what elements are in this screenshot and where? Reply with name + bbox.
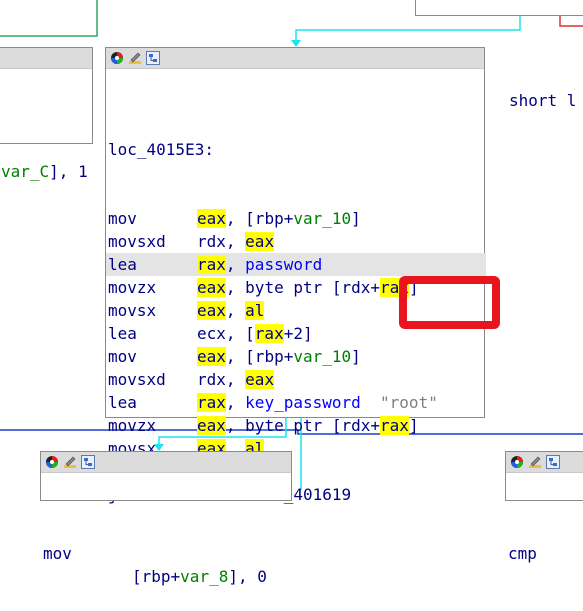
asm-row[interactable]: movsxd rdx, eax xyxy=(108,368,484,391)
operand-var: var_10 xyxy=(293,209,352,228)
operand-text: rdx, xyxy=(197,370,246,389)
operand: [rbp+var_8], 0 xyxy=(132,565,267,588)
operand-suffix: ], 1 xyxy=(49,162,88,181)
label-text: loc_4015E3: xyxy=(108,140,214,159)
operand-text: , byte ptr [rdx+ xyxy=(225,416,381,435)
operand-register: eax xyxy=(245,232,275,251)
operand: eax, byte ptr [rdx+rax] xyxy=(197,276,419,299)
operand-register: eax xyxy=(245,370,275,389)
asm-row[interactable]: mov eax, [rbp+var_10] xyxy=(108,207,484,230)
operand-text: ] xyxy=(351,209,361,228)
color-palette-icon[interactable] xyxy=(510,455,524,469)
operand: rax, password xyxy=(197,253,322,276)
edit-pencil-icon[interactable] xyxy=(128,51,142,65)
operand-register: eax xyxy=(197,416,226,435)
graph-view-icon[interactable] xyxy=(146,51,160,65)
asm-row[interactable]: movsxd rdx, eax xyxy=(108,230,484,253)
mnemonic: lea xyxy=(108,255,137,274)
operand-text: , [rbp+ xyxy=(225,347,294,366)
operand-text: , xyxy=(225,301,246,320)
operand-register: eax xyxy=(197,278,226,297)
mnemonic: movzx xyxy=(108,278,157,297)
operand: ecx, [rax+2] xyxy=(197,322,313,345)
operand-text: , xyxy=(225,393,246,412)
asm-row[interactable]: cmp xyxy=(508,519,583,563)
operand-part: [rbp+ xyxy=(132,567,181,586)
graph-view-icon[interactable] xyxy=(81,455,95,469)
asm-row[interactable]: lea rax, key_password "root" xyxy=(108,391,484,414)
asm-block-bottom-left[interactable]: mov [rbp+var_8], 0 xyxy=(40,451,292,586)
operand-text: , [rbp+ xyxy=(225,209,294,228)
asm-block-left[interactable]: var_C], 1 xyxy=(0,47,93,181)
mnemonic: lea xyxy=(108,393,137,412)
block-titlebar xyxy=(506,452,583,473)
asm-row[interactable]: mov [rbp+var_8], 0 xyxy=(43,519,291,586)
mnemonic: cmp xyxy=(508,544,537,563)
mnemonic: movzx xyxy=(108,416,157,435)
operand-text: rdx, xyxy=(197,232,246,251)
operand: eax, byte ptr [rdx+rax] xyxy=(197,414,419,437)
edit-pencil-icon[interactable] xyxy=(528,455,542,469)
string-comment: "root" xyxy=(380,393,438,412)
operand-text: , byte ptr [rdx+ xyxy=(225,278,381,297)
operand-symbol: password xyxy=(245,255,323,274)
asm-block-main[interactable]: loc_4015E3: mov eax, [rbp+var_10] movsxd rd… xyxy=(105,47,486,504)
code-label[interactable]: loc_4015E3: xyxy=(108,138,484,161)
operand: rdx, eax xyxy=(197,230,275,253)
color-palette-icon[interactable] xyxy=(45,455,59,469)
block-titlebar xyxy=(41,452,291,473)
operand-var: var_C xyxy=(1,162,50,181)
block-titlebar xyxy=(0,48,92,69)
operand-text xyxy=(361,393,380,412)
operand-text: , xyxy=(225,255,246,274)
asm-row[interactable]: lea rax, password xyxy=(106,253,486,276)
operand-var: var_10 xyxy=(293,347,352,366)
mnemonic: mov xyxy=(108,209,137,228)
asm-row[interactable]: mov eax, [rbp+var_10] xyxy=(108,345,484,368)
operand: eax, [rbp+var_10] xyxy=(197,207,361,230)
block-titlebar xyxy=(106,48,484,69)
annotation-highlight-box xyxy=(399,276,500,329)
operand-var: var_8 xyxy=(180,567,229,586)
operand-part: ], 0 xyxy=(228,567,267,586)
asm-row[interactable]: var_C], 1 xyxy=(1,160,92,183)
operand: short l xyxy=(509,91,577,110)
operand: eax, [rbp+var_10] xyxy=(197,345,361,368)
operand-register: rax xyxy=(197,393,226,412)
operand-register: al xyxy=(245,301,265,320)
asm-block-bottom-right[interactable]: cmp xyxy=(505,451,583,563)
operand-text: ecx, [ xyxy=(197,324,255,343)
operand: rax, key_password "root" xyxy=(197,391,438,414)
operand-register: eax xyxy=(197,347,226,366)
operand: eax, al xyxy=(197,299,265,322)
operand-text: +2] xyxy=(283,324,313,343)
edge-green-top-left xyxy=(0,0,98,37)
operand-register: rax xyxy=(254,324,284,343)
operand-text: ] xyxy=(408,416,419,435)
mnemonic: mov xyxy=(43,544,72,563)
asm-block-top-right[interactable]: jle short l xyxy=(415,0,583,110)
color-palette-icon[interactable] xyxy=(110,51,124,65)
operand: rdx, eax xyxy=(197,368,275,391)
edge-cyan-arrowhead-main xyxy=(291,40,301,47)
mnemonic: mov xyxy=(108,347,137,366)
operand-register: rax xyxy=(197,255,226,274)
mnemonic: movsxd xyxy=(108,370,166,389)
asm-row[interactable]: movzx eax, byte ptr [rdx+rax] xyxy=(108,414,484,437)
graph-view-icon[interactable] xyxy=(546,455,560,469)
operand-register: eax xyxy=(197,301,226,320)
operand-text: ] xyxy=(351,347,361,366)
edit-pencil-icon[interactable] xyxy=(63,455,77,469)
mnemonic: lea xyxy=(108,324,137,343)
mnemonic: movsx xyxy=(108,301,157,320)
mnemonic: movsxd xyxy=(108,232,166,251)
operand-symbol: key_password xyxy=(245,393,361,412)
operand-register: eax xyxy=(197,209,226,228)
operand-register: rax xyxy=(380,416,409,435)
